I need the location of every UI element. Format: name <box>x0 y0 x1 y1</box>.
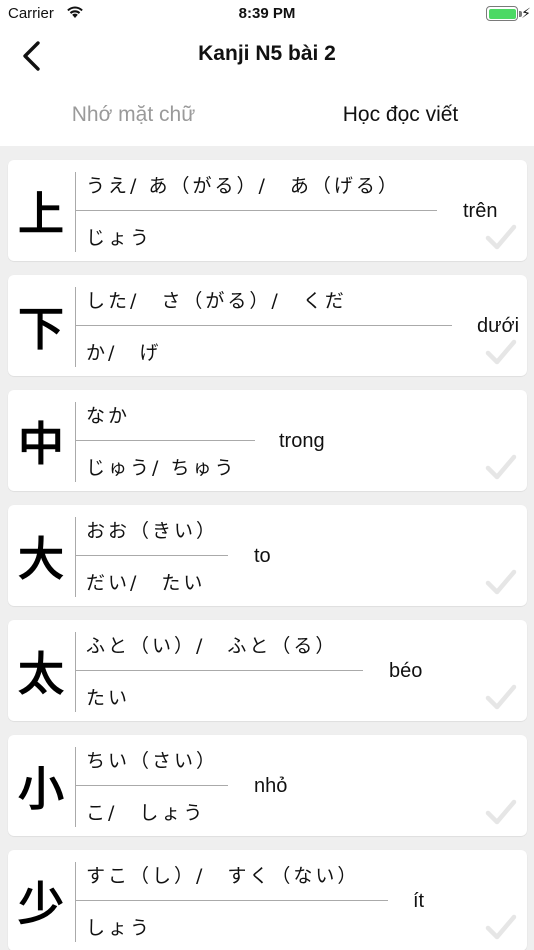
kun-reading: ふと（い）/ ふと（る） <box>86 635 338 657</box>
kun-reading: ちい（さい） <box>86 750 219 772</box>
card-divider-vertical <box>75 747 76 827</box>
card-divider-horizontal <box>75 670 363 671</box>
on-reading: じゅう/ ちゅう <box>86 457 237 479</box>
kun-reading: なか <box>86 405 131 427</box>
meaning-label: ít <box>413 890 425 912</box>
kanji-character: 下 <box>18 301 64 356</box>
tab-remember-characters[interactable]: Nhớ mặt chữ <box>0 84 267 146</box>
kanji-list[interactable]: 上 うえ/ あ（がる）/ あ（げる） じょう trên 下 した/ さ（がる）/… <box>0 146 534 950</box>
kanji-card[interactable]: 中 なか じゅう/ ちゅう trong <box>8 390 527 491</box>
meaning-label: trong <box>279 430 325 452</box>
checkmark-icon[interactable] <box>485 453 517 481</box>
on-reading: だい/ たい <box>86 572 206 594</box>
kanji-card[interactable]: 太 ふと（い）/ ふと（る） たい béo <box>8 620 527 721</box>
meaning-label: nhỏ <box>254 775 288 797</box>
chevron-left-icon <box>23 41 40 71</box>
card-divider-horizontal <box>75 900 388 901</box>
card-divider-vertical <box>75 402 76 482</box>
on-reading: じょう <box>86 227 153 249</box>
card-divider-horizontal <box>75 325 452 326</box>
kanji-card[interactable]: 大 おお（きい） だい/ たい to <box>8 505 527 606</box>
card-divider-horizontal <box>75 210 437 211</box>
on-reading: しょう <box>86 917 153 939</box>
kanji-character: 太 <box>18 646 64 701</box>
status-bar: Carrier 8:39 PM ⚡ <box>0 0 534 28</box>
kanji-character: 大 <box>18 531 64 586</box>
nav-bar: Kanji N5 bài 2 <box>0 28 534 84</box>
card-divider-horizontal <box>75 785 228 786</box>
back-button[interactable] <box>14 36 54 76</box>
card-divider-vertical <box>75 862 76 942</box>
tab-learn-reading-writing[interactable]: Học đọc viết <box>267 84 534 146</box>
kun-reading: した/ さ（がる）/ くだ <box>86 290 347 312</box>
checkmark-icon[interactable] <box>485 913 517 941</box>
kanji-character: 小 <box>18 761 64 816</box>
card-divider-vertical <box>75 172 76 252</box>
kanji-character: 少 <box>18 876 64 931</box>
meaning-label: béo <box>389 660 423 682</box>
on-reading: か/ げ <box>86 342 162 364</box>
kanji-card[interactable]: 上 うえ/ あ（がる）/ あ（げる） じょう trên <box>8 160 527 261</box>
kun-reading: おお（きい） <box>86 520 219 542</box>
checkmark-icon[interactable] <box>485 798 517 826</box>
on-reading: こ/ しょう <box>86 802 206 824</box>
checkmark-icon[interactable] <box>485 223 517 251</box>
card-divider-vertical <box>75 517 76 597</box>
kanji-character: 中 <box>18 416 64 471</box>
charging-icon: ⚡ <box>521 5 531 21</box>
card-divider-horizontal <box>75 440 255 441</box>
kun-reading: すこ（し）/ すく（ない） <box>86 865 360 887</box>
page-title: Kanji N5 bài 2 <box>198 42 336 65</box>
kanji-character: 上 <box>18 186 64 241</box>
kun-reading: うえ/ あ（がる）/ あ（げる） <box>86 175 400 197</box>
checkmark-icon[interactable] <box>485 683 517 711</box>
tab-bar: Nhớ mặt chữ Học đọc viết <box>0 84 534 146</box>
card-divider-vertical <box>75 287 76 367</box>
card-divider-horizontal <box>75 555 228 556</box>
kanji-card[interactable]: 小 ちい（さい） こ/ しょう nhỏ <box>8 735 527 836</box>
meaning-label: to <box>254 545 271 567</box>
meaning-label: dưới <box>477 315 520 337</box>
status-time: 8:39 PM <box>238 5 296 22</box>
meaning-label: trên <box>463 200 498 222</box>
card-divider-vertical <box>75 632 76 712</box>
kanji-card[interactable]: 下 した/ さ（がる）/ くだ か/ げ dưới <box>8 275 527 376</box>
checkmark-icon[interactable] <box>485 338 517 366</box>
kanji-card[interactable]: 少 すこ（し）/ すく（ない） しょう ít <box>8 850 527 950</box>
checkmark-icon[interactable] <box>485 568 517 596</box>
battery-icon <box>486 6 518 21</box>
on-reading: たい <box>86 687 131 709</box>
